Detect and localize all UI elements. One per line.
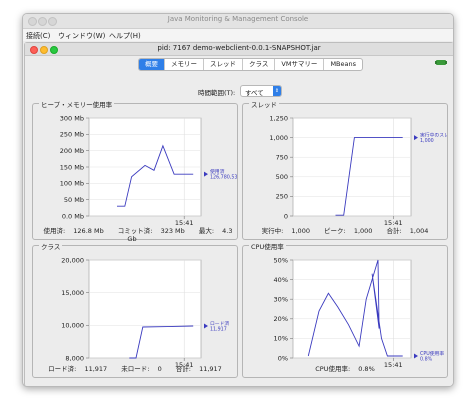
- chart-cpu-usage: 50%40%30%20%10%0%15:41CPU使用率0.8%: [274, 256, 445, 369]
- stat-label: 最大:: [198, 227, 215, 235]
- stat-label: 合計:: [386, 227, 402, 235]
- y-tick-label: 0.0 Mb: [62, 212, 84, 220]
- connection-titlebar: pid: 7167 demo-webclient-0.0.1-SNAPSHOT.…: [25, 43, 453, 56]
- stat-value: 323 Mb: [160, 227, 185, 235]
- y-tick-label: 250: [276, 193, 288, 201]
- stat-value: 11,917: [199, 365, 222, 373]
- chevron-updown-icon: ⇕: [273, 86, 281, 96]
- legend-value: 1,000: [420, 138, 434, 144]
- stats-cpu: CPU使用率: 0.8%: [243, 363, 447, 373]
- y-tick-label: 300 Mb: [60, 114, 84, 122]
- menubar: 接続(C) ウィンドウ(W) ヘルプ(H): [23, 29, 453, 41]
- series-marker: [204, 171, 208, 177]
- stats-classes: ロード済: 11,917 未ロード: 0 合計: 11,917: [33, 363, 237, 373]
- stat-label: ピーク:: [324, 227, 346, 235]
- tab-mbeans[interactable]: MBeans: [324, 59, 362, 70]
- stat-value: 0: [157, 365, 162, 373]
- y-tick-label: 1,000: [269, 134, 288, 142]
- panel-heap-memory: ヒープ・メモリー使用率 300 Mb 250 Mb 200 Mb 150 Mb 100 …: [32, 99, 238, 243]
- series-marker: [414, 353, 418, 359]
- panel-cpu-usage: CPU使用率 50% 40% 30% 20% 10% 0% 15:41 CPU使用率 0.8% …: [242, 241, 448, 378]
- tab-overview[interactable]: 概要: [139, 59, 165, 70]
- y-tick-label: 150 Mb: [60, 163, 84, 171]
- legend-name: 使用済: [210, 168, 225, 175]
- y-tick-label: 750: [276, 154, 288, 162]
- stat-label: ロード済:: [48, 365, 77, 373]
- stat-value: 1,000: [291, 227, 310, 235]
- menu-window[interactable]: ウィンドウ(W): [58, 31, 105, 41]
- stat-label: コミット済:: [117, 227, 153, 235]
- tab-memory[interactable]: メモリー: [165, 59, 204, 70]
- panel-classes: クラス 20,000 15,000 10,000 8,000 15:41 ロード済 11,9…: [32, 241, 238, 378]
- y-tick-label: 500: [276, 173, 288, 181]
- stat-label: CPU使用率:: [315, 365, 351, 373]
- y-tick-label: 0: [284, 212, 288, 220]
- tab-vm-summary[interactable]: VMサマリー: [275, 59, 325, 70]
- window-titlebar: Java Monitoring & Management Console: [23, 14, 453, 29]
- stat-value: 126.8 Mb: [73, 227, 104, 235]
- y-tick-label: 100 Mb: [60, 180, 84, 188]
- stat-label: 実行中:: [261, 227, 284, 235]
- stat-label: 未ロード:: [121, 365, 150, 373]
- y-tick-label: 0%: [278, 354, 288, 362]
- stat-value: 1,004: [409, 227, 429, 235]
- menu-connect[interactable]: 接続(C): [26, 31, 50, 41]
- y-tick-label: 40%: [274, 276, 288, 284]
- stat-value: 11,917: [84, 365, 108, 373]
- stats-heap: 使用済: 126.8 Mb コミット済: 323 Mb 最大: 4.3 Gb: [33, 225, 237, 243]
- tab-bar: 概要 メモリー スレッド クラス VMサマリー MBeans: [138, 58, 363, 71]
- y-tick-label: 50%: [274, 256, 288, 264]
- y-tick-label: 50 Mb: [64, 196, 84, 204]
- legend-name: CPU使用率: [420, 350, 444, 357]
- y-tick-label: 20%: [274, 315, 288, 323]
- y-tick-label: 250 Mb: [60, 131, 84, 139]
- y-tick-label: 200 Mb: [60, 147, 84, 155]
- y-tick-label: 30%: [274, 296, 288, 304]
- connection-title: pid: 7167 demo-webclient-0.0.1-SNAPSHOT.…: [157, 44, 321, 52]
- chart-classes: 20,00015,00010,0008,00015:41ロード済11,917: [61, 256, 229, 369]
- legend-name: ロード済: [210, 320, 229, 327]
- chart-heap-memory: 300 Mb 250 Mb 200 Mb 150 Mb 100 Mb 50 Mb 0.0 M…: [60, 114, 237, 227]
- legend-value: 11,917: [210, 327, 227, 333]
- legend-value: 0.8%: [420, 357, 433, 363]
- stat-value: 0.8%: [358, 365, 375, 373]
- stat-label: 合計:: [175, 365, 191, 373]
- series-marker: [204, 323, 208, 329]
- y-tick-label: 10%: [274, 335, 288, 343]
- window-title: Java Monitoring & Management Console: [167, 15, 309, 23]
- y-tick-label: 1,250: [269, 114, 288, 122]
- stats-threads: 実行中: 1,000 ピーク: 1,000 合計: 1,004: [243, 225, 447, 235]
- y-tick-label: 20,000: [61, 256, 84, 264]
- y-tick-label: 15,000: [61, 289, 84, 297]
- time-range-select[interactable]: すべて ⇕: [240, 85, 282, 97]
- connection-frame: pid: 7167 demo-webclient-0.0.1-SNAPSHOT.…: [24, 42, 453, 386]
- tab-classes[interactable]: クラス: [243, 59, 276, 70]
- time-range-value: すべて: [245, 89, 264, 97]
- plugin-icon: [435, 60, 447, 65]
- stat-label: 使用済:: [43, 227, 66, 235]
- tab-threads[interactable]: スレッド: [204, 59, 243, 70]
- panel-threads: スレッド 1,2501,000750500250015:41実行中のスレッド1,…: [242, 99, 448, 240]
- series-marker: [414, 135, 418, 141]
- time-range-label: 時間範囲(T):: [198, 89, 236, 97]
- menu-help[interactable]: ヘルプ(H): [109, 31, 141, 41]
- legend-value: 126,780,536: [210, 175, 237, 181]
- y-tick-label: 10,000: [61, 322, 84, 330]
- stat-value: 1,000: [353, 227, 373, 235]
- legend-name: 実行中のスレッド: [420, 132, 447, 139]
- chart-threads: 1,2501,000750500250015:41実行中のスレッド1,000: [269, 114, 447, 227]
- jconsole-window: Java Monitoring & Management Console 接続(…: [22, 13, 454, 387]
- y-tick-label: 8,000: [65, 354, 84, 362]
